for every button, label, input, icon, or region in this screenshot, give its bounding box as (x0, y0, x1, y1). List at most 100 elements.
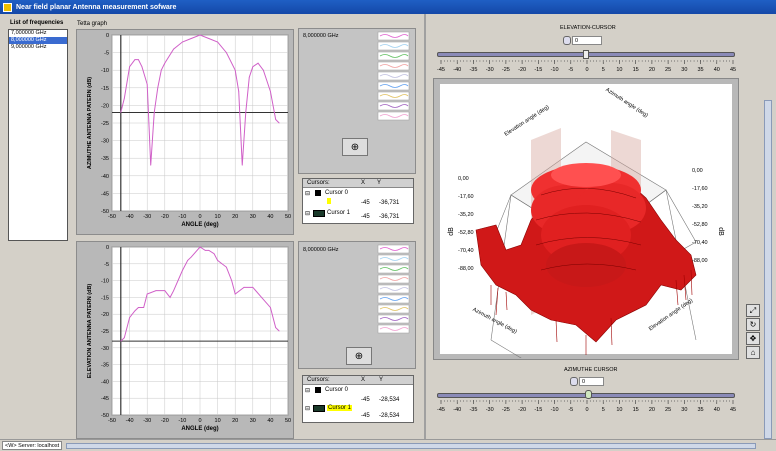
azimuth-graph[interactable]: -50 -40 -30 -20 -10 0 10 20 30 40 50 0 -5 -10 -15 -20 -2… (76, 29, 294, 235)
list-item[interactable]: 9,000000 GHz (9, 44, 67, 51)
data-point (120, 340, 122, 342)
x-tick-label: 30 (250, 418, 256, 424)
data-point (129, 66, 130, 68)
y-tick-label: -5 (104, 51, 109, 57)
data-point (150, 164, 152, 166)
y-tick-label: -25 (101, 121, 109, 127)
list-item[interactable]: 8,000000 GHz (9, 37, 67, 44)
elevation-slider-thumb[interactable] (583, 50, 589, 59)
rotate-tool-button[interactable]: ↻ (746, 318, 760, 331)
frequency-list-label: List of frequencies (10, 20, 64, 26)
elevation-graph[interactable]: -50 -40 -30 -20 -10 0 10 20 30 40 50 0 -5 -10 -15 -20 -2… (76, 241, 294, 439)
cursor-header-x: X (361, 377, 366, 383)
frequency-list[interactable]: 7,000000 GHz 8,000000 GHz 9,000000 GHz (8, 29, 68, 241)
cursor-0-marker (327, 198, 331, 204)
legend-swatch (377, 324, 410, 334)
x-tick-label: 50 (285, 418, 291, 424)
legend-swatch (377, 294, 410, 304)
top-cursor-table[interactable]: Cursors: X Y ⊟ Cursor 0 -45 -36,731 ⊟ Cu… (302, 178, 414, 224)
list-item[interactable]: 7,000000 GHz (9, 30, 67, 37)
scale-label: 25 (665, 407, 671, 413)
scale-label: 35 (697, 67, 703, 73)
data-point (261, 297, 262, 298)
elevation-scale: -45 -40 -35 -30 -25 -20 -15 -10 -5 0 5 10 15 20 25 30 35… (437, 60, 736, 73)
zoom-tool-button[interactable]: ⤢ (746, 304, 760, 317)
x-tick-label: -30 (143, 214, 151, 220)
y-tick-label: -25 (101, 329, 109, 335)
data-point (234, 69, 236, 71)
data-point (138, 59, 139, 61)
legend-swatch (377, 101, 410, 111)
y-axis-label: AZIMUTHE ANTENNA PATERN (dB) (87, 77, 93, 169)
x-tick-label: -20 (161, 214, 169, 220)
z-tick-label-right: 0,00 (692, 168, 703, 174)
z-tick-label-left: -35,20 (458, 212, 474, 218)
scale-label: -40 (453, 407, 461, 413)
x-tick-label: 0 (198, 418, 201, 424)
graph-palette-button-2[interactable]: ⊕ (346, 347, 372, 365)
data-point (278, 122, 280, 124)
cursor-1-y: -36,731 (379, 214, 400, 220)
data-point (270, 90, 271, 92)
data-point (204, 249, 206, 251)
vertical-scrollbar[interactable] (764, 100, 772, 439)
data-point (241, 164, 243, 166)
scale-label: 30 (681, 67, 687, 73)
cursor-1-swatch[interactable] (313, 405, 325, 412)
x-tick-label: 40 (267, 214, 273, 220)
scale-label: 0 (585, 67, 588, 73)
y-tick-label: -10 (101, 279, 109, 285)
cursor-0-name: Cursor 0 (325, 190, 349, 196)
data-point (182, 270, 183, 271)
reset-view-button[interactable]: ⌂ (746, 346, 760, 359)
top-plot-legend (377, 31, 410, 121)
scale-label: 5 (602, 407, 605, 413)
bottom-cursor-table[interactable]: Cursors: X Y ⊟ Cursor 0 -45 -28,534 ⊟ Cu… (302, 375, 414, 423)
pan-tool-button[interactable]: ✥ (746, 332, 760, 345)
azimuthe-slider-thumb[interactable] (585, 390, 592, 399)
data-point (190, 256, 192, 258)
cursor-1-x: -45 (361, 413, 370, 419)
scale-label: -30 (486, 67, 494, 73)
elevation-cursor-decrement[interactable] (563, 36, 571, 45)
scale-label: -45 (437, 67, 445, 73)
scale-label: 40 (714, 67, 720, 73)
scale-label: -5 (568, 407, 573, 413)
elevation-cursor-input[interactable]: 0 (572, 36, 602, 45)
z-tick-label-left: 0,00 (458, 176, 469, 182)
y-tick-label: -45 (101, 191, 109, 197)
cursor-header-name: Cursors: (307, 180, 330, 186)
data-point (199, 34, 201, 36)
cursor-0-swatch[interactable] (315, 387, 321, 393)
legend-swatch (377, 264, 410, 274)
data-point (190, 38, 192, 39)
horizontal-scrollbar[interactable] (66, 443, 756, 449)
data-point (213, 253, 215, 255)
cursor-0-swatch[interactable] (315, 190, 321, 196)
cursor-header-y: Y (379, 377, 384, 383)
y-tick-label: -5 (104, 262, 109, 268)
x-axis-label: ANGLE (deg) (181, 222, 218, 228)
azimuthe-scale: -45 -40 -35 -30 -25 -20 -15 -10 -5 0 5 10 15 20 25 30 35… (437, 400, 736, 413)
scale-label: -15 (534, 67, 542, 73)
scale-label: 25 (665, 67, 671, 73)
data-point (138, 307, 139, 308)
status-bar: <W> Server: localhost (0, 439, 776, 451)
azimuthe-cursor-decrement[interactable] (570, 377, 578, 386)
z-tick-label-right: -70,40 (692, 240, 708, 246)
x-tick-label: -20 (161, 418, 169, 424)
azimuthe-cursor-input[interactable]: 0 (579, 377, 604, 386)
scale-label: 15 (633, 67, 639, 73)
scale-label: -45 (437, 407, 445, 413)
scale-label: 20 (649, 407, 655, 413)
tetta-graph-label: Tetta graph (77, 21, 108, 27)
legend-swatch (377, 274, 410, 284)
app-icon (3, 2, 12, 12)
data-point (146, 293, 148, 295)
z-axis-label-left: dB (447, 227, 455, 236)
z-tick-label-right: -52,80 (692, 222, 708, 228)
graph-palette-button[interactable]: ⊕ (342, 138, 368, 156)
y-tick-label: 0 (106, 245, 109, 251)
cursor-1-swatch[interactable] (313, 210, 325, 217)
cursor-0-y: -28,534 (379, 397, 400, 403)
